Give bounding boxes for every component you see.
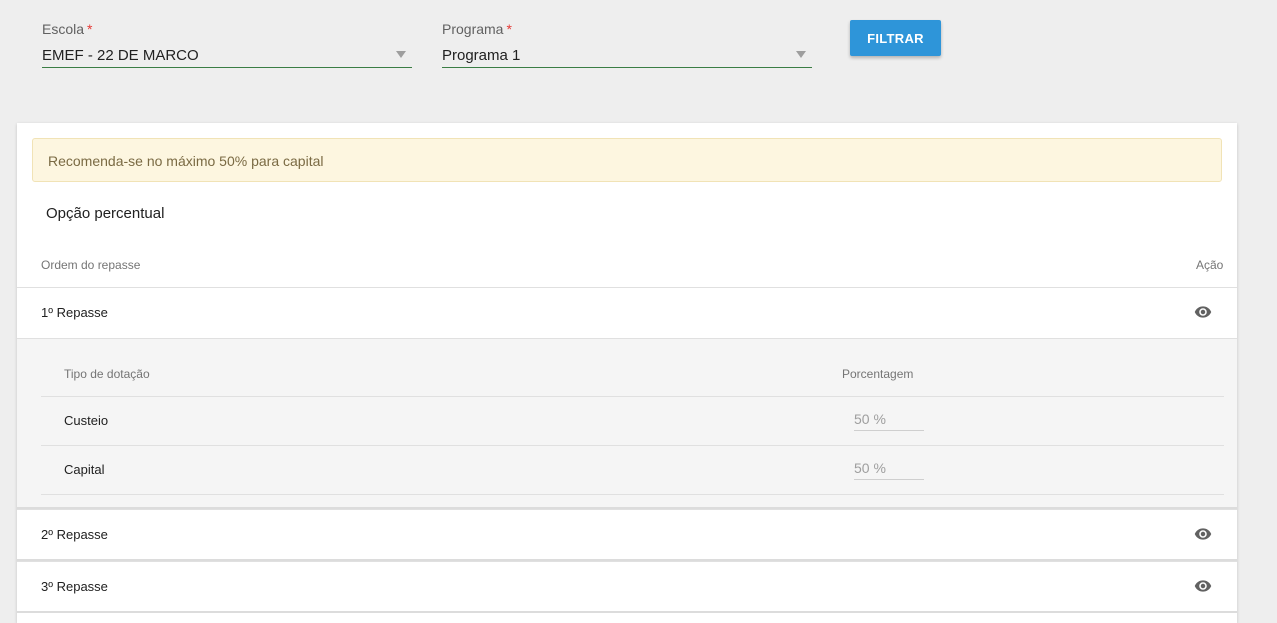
programa-select-value: Programa 1 bbox=[442, 47, 521, 64]
alert-text: Recomenda-se no máximo 50% para capital bbox=[48, 153, 324, 169]
dotacao-type: Custeio bbox=[64, 413, 109, 428]
escola-select[interactable]: EMEF - 22 DE MARCO bbox=[42, 40, 412, 68]
programa-label: Programa * bbox=[442, 21, 512, 37]
divider bbox=[41, 494, 1224, 495]
section-title: Opção percentual bbox=[46, 205, 165, 222]
escola-label: Escola * bbox=[42, 21, 93, 37]
repasse-label: 1º Repasse bbox=[41, 305, 108, 320]
required-mark: * bbox=[506, 21, 512, 37]
column-header-order: Ordem do repasse bbox=[41, 258, 141, 272]
percent-option-card: Recomenda-se no máximo 50% para capital … bbox=[17, 123, 1237, 623]
repasse-row-3[interactable]: 3º Repasse bbox=[17, 561, 1237, 612]
repasse-row-2[interactable]: 2º Repasse bbox=[17, 509, 1237, 560]
column-header-type: Tipo de dotação bbox=[64, 367, 150, 381]
required-mark: * bbox=[87, 21, 93, 37]
percent-field[interactable]: 50 % bbox=[854, 409, 924, 431]
detail-row-custeio: Custeio 50 % bbox=[41, 396, 1224, 445]
escola-select-value: EMEF - 22 DE MARCO bbox=[42, 47, 199, 64]
column-header-percent: Porcentagem bbox=[842, 367, 914, 381]
repasse-label: 3º Repasse bbox=[41, 579, 108, 594]
chevron-down-icon bbox=[796, 51, 806, 58]
repasse-row-1[interactable]: 1º Repasse bbox=[17, 287, 1237, 338]
eye-icon[interactable] bbox=[1192, 303, 1214, 321]
eye-icon[interactable] bbox=[1192, 577, 1214, 595]
detail-row-capital: Capital 50 % bbox=[41, 445, 1224, 494]
repasse-1-detail: Tipo de dotação Porcentagem Custeio 50 %… bbox=[17, 338, 1237, 508]
percent-field[interactable]: 50 % bbox=[854, 458, 924, 480]
divider bbox=[17, 611, 1237, 613]
dotacao-type: Capital bbox=[64, 462, 105, 477]
programa-select[interactable]: Programa 1 bbox=[442, 40, 812, 68]
eye-icon[interactable] bbox=[1192, 525, 1214, 543]
column-header-action: Ação bbox=[1196, 258, 1224, 272]
repasse-label: 2º Repasse bbox=[41, 527, 108, 542]
recommendation-alert: Recomenda-se no máximo 50% para capital bbox=[32, 138, 1222, 182]
chevron-down-icon bbox=[396, 51, 406, 58]
filter-button[interactable]: FILTRAR bbox=[850, 20, 941, 56]
